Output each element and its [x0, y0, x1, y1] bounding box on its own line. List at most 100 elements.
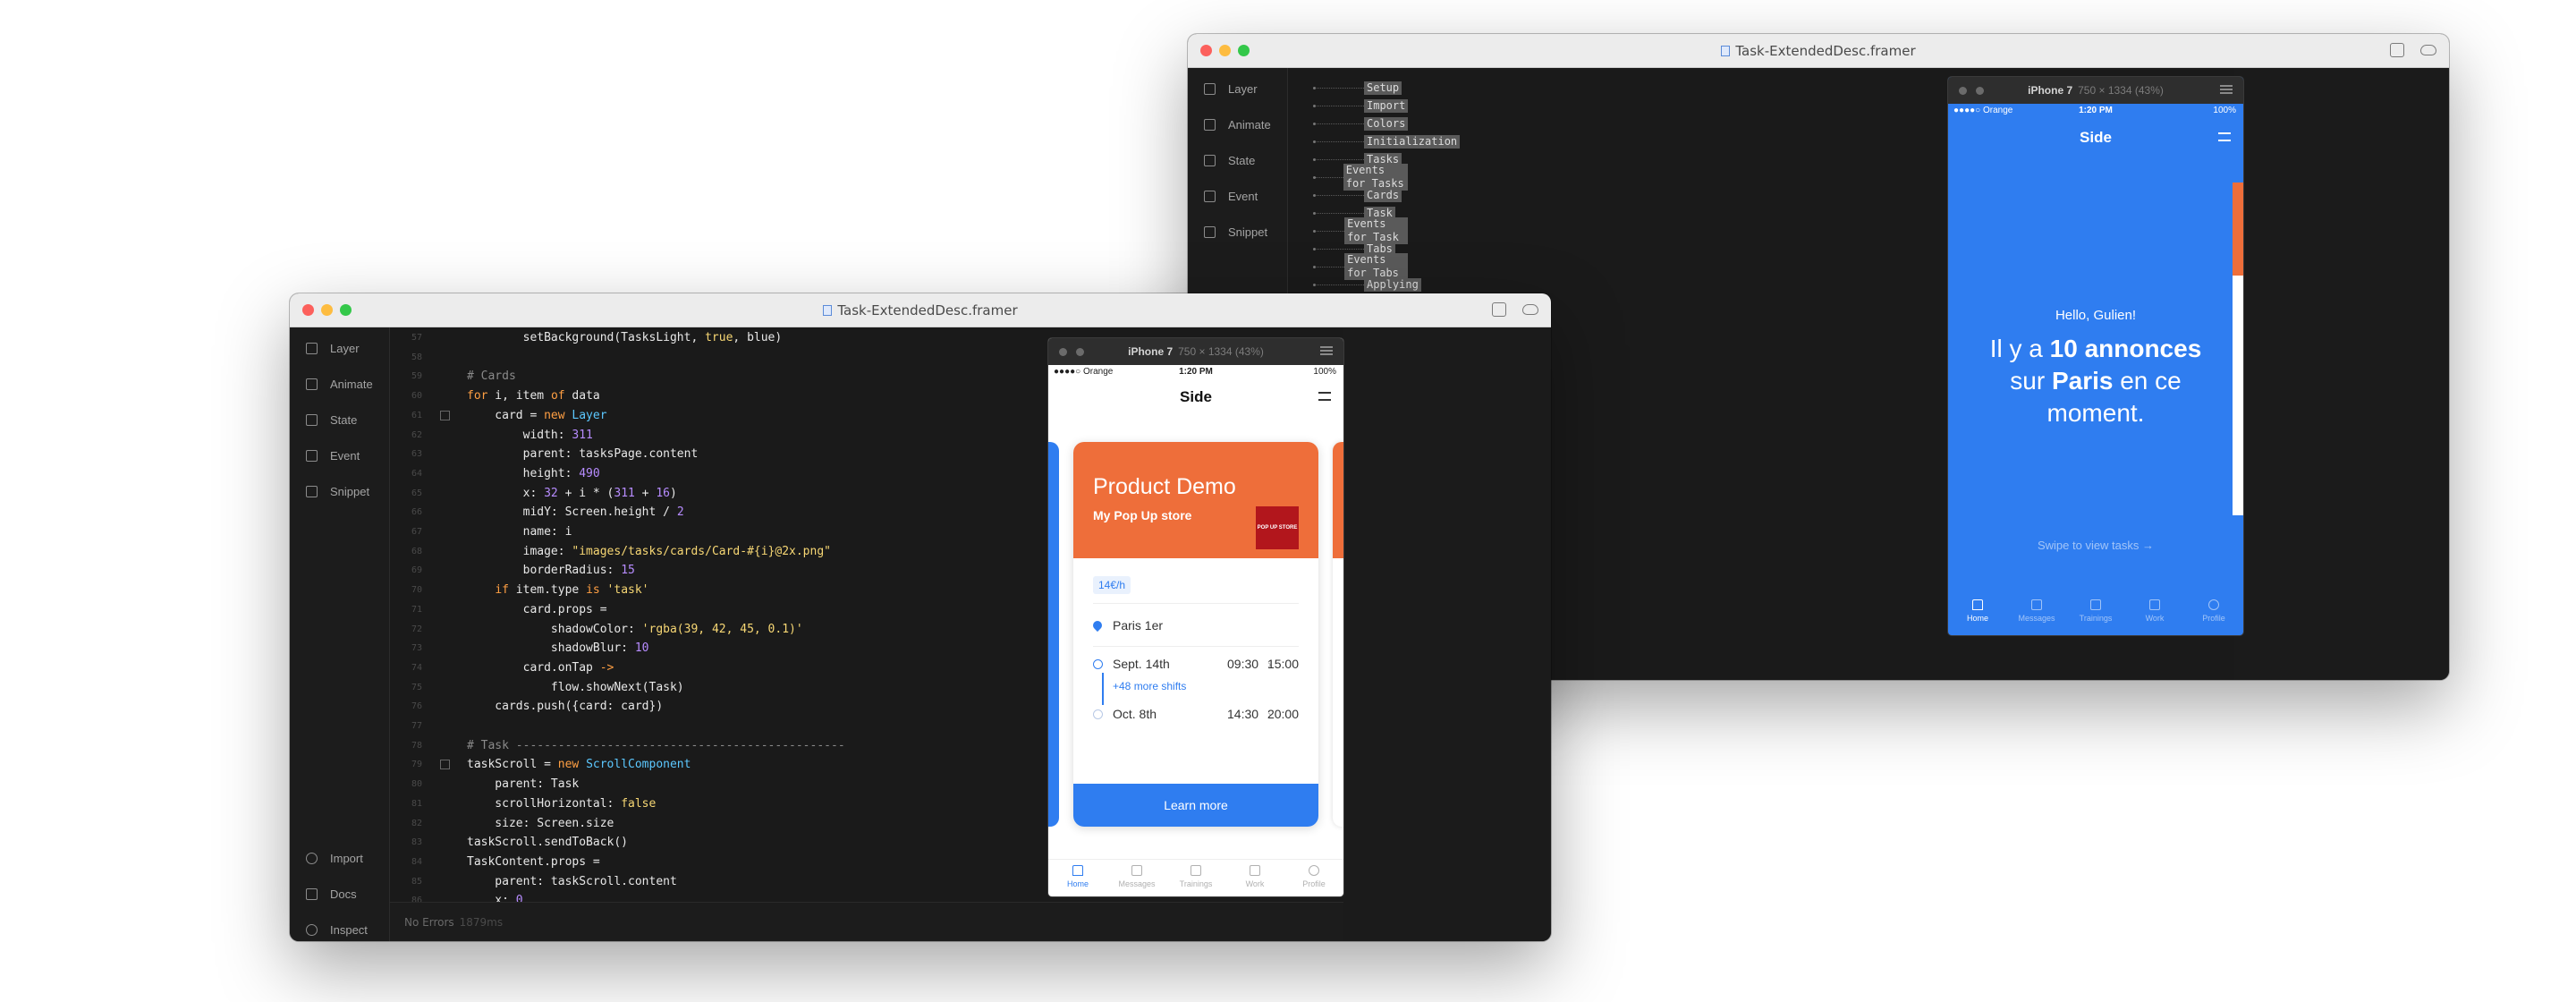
- window-title: Task-ExtendedDesc.framer: [1188, 43, 2449, 59]
- code-line[interactable]: 84 TaskContent.props =: [390, 853, 927, 871]
- code-text: height: 490: [467, 466, 600, 480]
- code-line[interactable]: 82 size: Screen.size: [390, 815, 927, 833]
- animate-icon: [306, 378, 318, 390]
- code-line[interactable]: 85 parent: taskScroll.content: [390, 873, 927, 891]
- code-line[interactable]: 83 taskScroll.sendToBack(): [390, 834, 927, 852]
- code-line[interactable]: 81 scrollHorizontal: false: [390, 795, 927, 813]
- clock-icon: [1093, 659, 1103, 669]
- sidebar-item-event[interactable]: Event: [1204, 190, 1258, 203]
- sidebar-item-state[interactable]: State: [306, 413, 357, 427]
- line-number: 73: [411, 643, 422, 654]
- device-menu-icon[interactable]: [1320, 346, 1333, 355]
- tab-profile[interactable]: Profile: [2184, 592, 2243, 635]
- more-shifts-link[interactable]: +48 more shifts: [1113, 680, 1186, 692]
- list-icon[interactable]: [1318, 392, 1331, 401]
- code-line[interactable]: 59 # Cards: [390, 368, 927, 386]
- code-line[interactable]: 62 width: 311: [390, 427, 927, 445]
- task-card[interactable]: Product Demo My Pop Up store POP UP STOR…: [1073, 442, 1318, 827]
- code-line[interactable]: 61 card = new Layer: [390, 407, 927, 425]
- code-text: midY: Screen.height / 2: [467, 505, 684, 520]
- sidebar-item-layer[interactable]: Layer: [306, 342, 360, 355]
- outline-item[interactable]: Cards: [1313, 188, 1402, 202]
- list-icon[interactable]: [2218, 132, 2231, 141]
- code-line[interactable]: 64 height: 490: [390, 465, 927, 483]
- code-text: shadowBlur: 10: [467, 641, 649, 656]
- code-line[interactable]: 69 borderRadius: 15: [390, 562, 927, 580]
- cloud-icon[interactable]: [2420, 45, 2436, 55]
- device-titlebar: iPhone 7 750 × 1334 (43%): [1048, 338, 1343, 365]
- learn-more-button[interactable]: Learn more: [1073, 784, 1318, 827]
- code-line[interactable]: 65 x: 32 + i * (311 + 16): [390, 485, 927, 503]
- code-line[interactable]: 80 parent: Task: [390, 776, 927, 794]
- code-line[interactable]: 57 setBackground(TasksLight, true, blue): [390, 329, 927, 347]
- cloud-icon[interactable]: [1522, 304, 1538, 315]
- outline-item[interactable]: Events for Tasks: [1313, 164, 1409, 191]
- code-line[interactable]: 79 taskScroll = new ScrollComponent: [390, 756, 927, 774]
- code-line[interactable]: 76 cards.push({card: card}): [390, 698, 927, 716]
- import-icon[interactable]: [2390, 43, 2404, 57]
- outline-item[interactable]: Import: [1313, 98, 1409, 113]
- sidebar-item-layer[interactable]: Layer: [1204, 82, 1258, 96]
- location-pin-icon: [1090, 618, 1105, 633]
- sidebar-item-snippet[interactable]: Snippet: [306, 485, 369, 498]
- code-line[interactable]: 78 # Task -------------------------------…: [390, 737, 927, 755]
- sidebar-item-event[interactable]: Event: [306, 449, 360, 463]
- fold-icon[interactable]: [440, 760, 450, 770]
- device-preview: iPhone 7 750 × 1334 (43%) ●●●●○ Orange 1:…: [1048, 338, 1343, 896]
- code-line[interactable]: 63 parent: tasksPage.content: [390, 446, 927, 463]
- tab-home[interactable]: Home: [1048, 860, 1107, 896]
- code-line[interactable]: 58: [390, 349, 927, 367]
- code-line[interactable]: 86 x: 0: [390, 892, 927, 902]
- code-line[interactable]: 66 midY: Screen.height / 2: [390, 504, 927, 522]
- event-icon: [1204, 191, 1216, 202]
- right-panel: [2234, 68, 2449, 680]
- line-number: 70: [411, 585, 422, 596]
- sidebar-item-inspect[interactable]: Inspect: [306, 923, 368, 937]
- tab-messages[interactable]: Messages: [2007, 592, 2066, 635]
- tab-trainings[interactable]: Trainings: [2066, 592, 2125, 635]
- swipe-hint[interactable]: Swipe to view tasks →: [1948, 539, 2243, 552]
- line-number: 64: [411, 468, 422, 479]
- code-line[interactable]: 60 for i, item of data: [390, 387, 927, 405]
- outline-item[interactable]: Colors: [1313, 116, 1409, 131]
- code-text: card.onTap ->: [467, 660, 614, 675]
- tab-profile[interactable]: Profile: [1284, 860, 1343, 896]
- outline-item[interactable]: Events for Task: [1312, 217, 1409, 244]
- outline-item[interactable]: Applying: [1313, 277, 1421, 292]
- sidebar-item-docs[interactable]: Docs: [306, 887, 357, 901]
- code-line[interactable]: 72 shadowColor: 'rgba(39, 42, 45, 0.1)': [390, 621, 927, 639]
- outline-item[interactable]: Setup: [1313, 81, 1402, 95]
- titlebar: Task-ExtendedDesc.framer: [290, 293, 1551, 327]
- code-text: x: 32 + i * (311 + 16): [467, 486, 677, 500]
- fold-icon[interactable]: [440, 410, 450, 420]
- store-logo: POP UP STORE: [1256, 506, 1299, 549]
- sidebar-item-animate[interactable]: Animate: [306, 378, 373, 391]
- sidebar-item-state[interactable]: State: [1204, 154, 1255, 167]
- code-text: card.props =: [467, 602, 607, 616]
- tab-messages[interactable]: Messages: [1107, 860, 1166, 896]
- tab-work[interactable]: Work: [1225, 860, 1284, 896]
- code-line[interactable]: 71 card.props =: [390, 601, 927, 619]
- sidebar-item-snippet[interactable]: Snippet: [1204, 225, 1267, 239]
- tab-work[interactable]: Work: [2125, 592, 2184, 635]
- code-line[interactable]: 77: [390, 718, 927, 735]
- outline-item[interactable]: Events for Tabs: [1312, 253, 1409, 280]
- tab-trainings[interactable]: Trainings: [1166, 860, 1225, 896]
- device-menu-icon[interactable]: [2220, 85, 2233, 94]
- sidebar-item-animate[interactable]: Animate: [1204, 118, 1271, 132]
- tab-home[interactable]: Home: [1948, 592, 2007, 635]
- file-icon: [1721, 46, 1731, 56]
- import-icon[interactable]: [1492, 302, 1506, 317]
- code-line[interactable]: 74 card.onTap ->: [390, 659, 927, 677]
- line-number: 75: [411, 682, 422, 692]
- outline-item[interactable]: Initialization: [1313, 134, 1461, 149]
- code-line[interactable]: 75 flow.showNext(Task): [390, 679, 927, 697]
- code-line[interactable]: 73 shadowBlur: 10: [390, 640, 927, 658]
- code-line[interactable]: 70 if item.type is 'task': [390, 582, 927, 599]
- code-line[interactable]: 67 name: i: [390, 523, 927, 541]
- home-icon: [1072, 865, 1083, 876]
- code-line[interactable]: 68 image: "images/tasks/cards/Card-#{i}@…: [390, 543, 927, 561]
- line-number: 59: [411, 371, 422, 382]
- sidebar-item-import[interactable]: Import: [306, 852, 363, 865]
- event-icon: [306, 450, 318, 462]
